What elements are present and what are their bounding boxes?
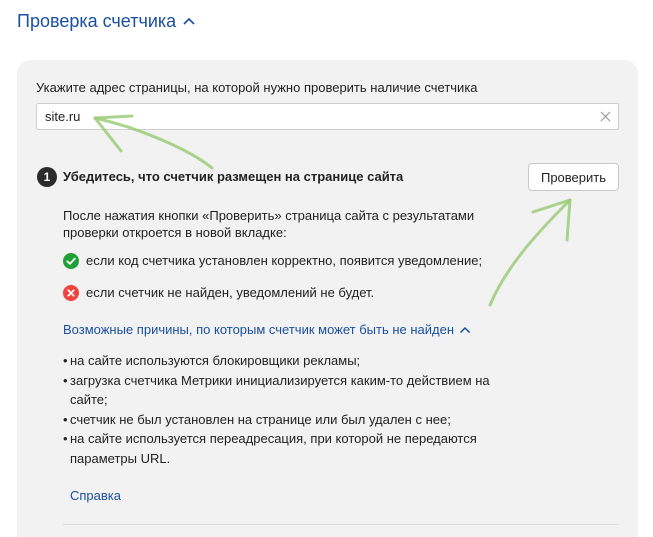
check-circle-icon [63,253,79,269]
help-link[interactable]: Справка [70,488,121,504]
section-title: Проверка счетчика [17,11,177,31]
status-ok-text: если код счетчика установлен корректно, … [86,253,483,268]
reasons-toggle[interactable]: Возможные причины, по которым счетчик мо… [63,322,471,338]
cross-circle-icon [63,285,79,301]
status-ok-row: если код счетчика установлен корректно, … [63,253,482,269]
chevron-up-icon [460,326,471,334]
counter-check-card: Укажите адрес страницы, на которой нужно… [17,60,638,537]
url-input[interactable] [37,104,592,129]
reasons-toggle-label: Возможные причины, по которым счетчик мо… [63,322,455,337]
list-item: на сайте используются блокировщики рекла… [63,351,503,371]
status-fail-text: если счетчик не найден, уведомлений не б… [86,285,375,300]
page: Проверка счетчика Укажите адрес страницы… [0,0,653,537]
reasons-list: на сайте используются блокировщики рекла… [63,351,503,468]
status-fail-row: если счетчик не найден, уведомлений не б… [63,285,374,301]
step-number-badge: 1 [37,167,57,187]
list-item: счетчик не был установлен на странице ил… [63,410,503,430]
section-header[interactable]: Проверка счетчика [17,10,196,32]
divider [63,524,619,525]
url-input-wrapper [36,103,619,130]
step-title: Убедитесь, что счетчик размещен на стран… [63,169,404,184]
step-description: После нажатия кнопки «Проверить» страниц… [63,208,475,240]
list-item: загрузка счетчика Метрики инициализирует… [63,371,503,410]
list-item: на сайте используется переадресация, при… [63,429,503,468]
close-icon[interactable] [592,104,618,129]
check-button[interactable]: Проверить [528,163,619,191]
chevron-up-icon [183,17,195,25]
url-field-label: Укажите адрес страницы, на которой нужно… [36,80,478,95]
